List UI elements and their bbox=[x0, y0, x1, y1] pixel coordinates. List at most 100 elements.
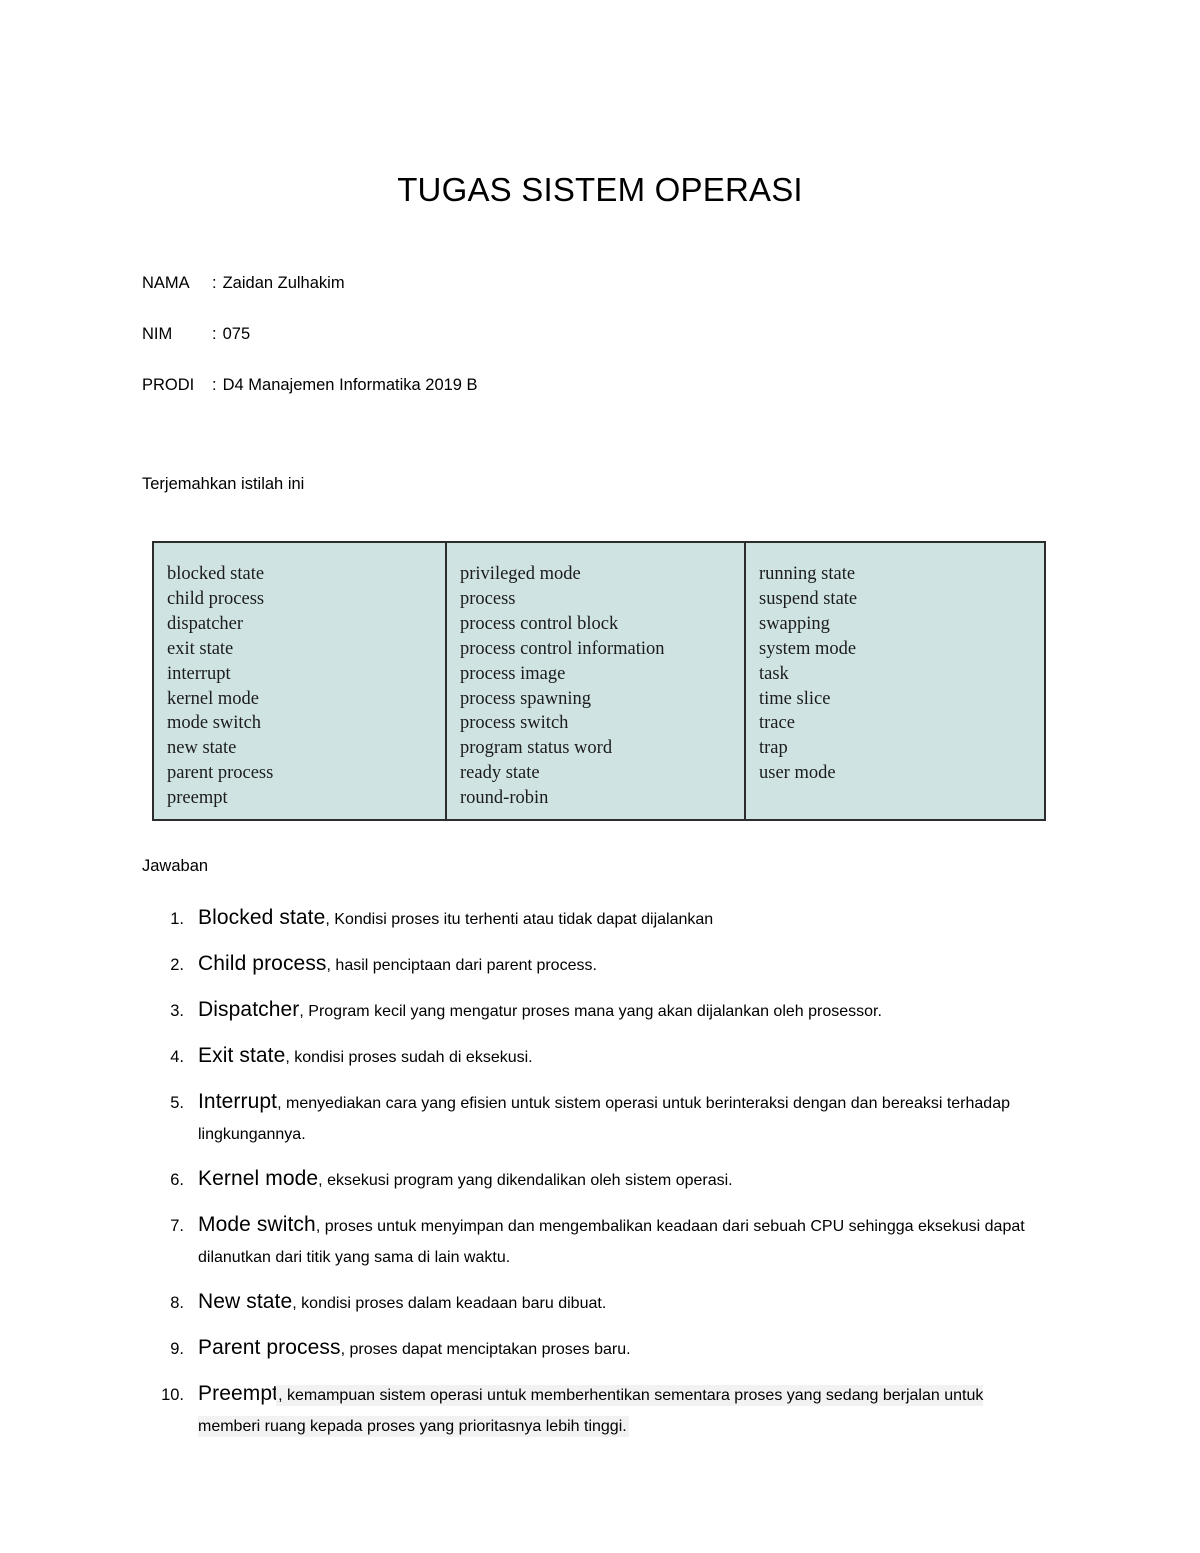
answer-body: Blocked state, Kondisi proses itu terhen… bbox=[198, 902, 1047, 935]
identity-value: D4 Manajemen Informatika 2019 B bbox=[222, 376, 478, 394]
answer-body: Kernel mode, eksekusi program yang diken… bbox=[198, 1163, 1047, 1196]
term-item: user mode bbox=[759, 763, 836, 784]
answers-heading: Jawaban bbox=[142, 857, 209, 875]
answer-description: , proses dapat menciptakan proses baru. bbox=[340, 1341, 631, 1358]
answer-body: Exit state, kondisi proses sudah di ekse… bbox=[198, 1040, 1047, 1073]
term-item: new state bbox=[167, 738, 237, 759]
answer-number: 2. bbox=[170, 956, 184, 974]
identity-value: 075 bbox=[222, 325, 251, 343]
answer-number: 9. bbox=[170, 1340, 184, 1358]
answer-description: , menyediakan cara yang efisien untuk si… bbox=[198, 1095, 1010, 1143]
answer-term: Blocked state bbox=[198, 906, 326, 929]
answer-item: 9. Parent process, proses dapat menciptak… bbox=[142, 1332, 1047, 1365]
answer-item: 3. Dispatcher, Program kecil yang mengatu… bbox=[142, 994, 1047, 1027]
term-item: dispatcher bbox=[167, 613, 244, 634]
identity-label: NIM bbox=[142, 325, 173, 343]
identity-separator: : bbox=[212, 325, 217, 343]
answer-number: 1. bbox=[170, 910, 184, 928]
document-page: TUGAS SISTEM OPERASI NAMA: Zaidan Zulhaki… bbox=[0, 0, 1200, 1553]
answer-term: Kernel mode bbox=[198, 1167, 319, 1190]
page-title: TUGAS SISTEM OPERASI bbox=[397, 171, 803, 209]
answer-item: 5. Interrupt, menyediakan cara yang efisi… bbox=[142, 1086, 1047, 1150]
identity-value: Zaidan Zulhakim bbox=[222, 274, 345, 292]
answer-term: New state bbox=[198, 1290, 293, 1313]
answer-number: 6. bbox=[170, 1171, 184, 1189]
answer-description: , kondisi proses sudah di eksekusi. bbox=[285, 1049, 533, 1066]
answer-term: Interrupt bbox=[198, 1090, 278, 1113]
answer-body: Interrupt, menyediakan cara yang efisien… bbox=[198, 1086, 1047, 1150]
term-item: parent process bbox=[167, 763, 274, 784]
answer-body: Mode switch, proses untuk menyimpan dan … bbox=[198, 1209, 1047, 1273]
identity-label: PRODI bbox=[142, 376, 195, 394]
term-item: exit state bbox=[167, 638, 234, 659]
term-item: trace bbox=[759, 713, 795, 734]
answer-term: Mode switch bbox=[198, 1213, 316, 1236]
term-item: round-robin bbox=[460, 788, 549, 809]
term-item: system mode bbox=[759, 638, 857, 659]
answer-item: 4. Exit state, kondisi proses sudah di ek… bbox=[142, 1040, 1047, 1073]
term-item: privileged mode bbox=[460, 564, 581, 584]
term-item: process control block bbox=[460, 613, 619, 634]
answer-description: , Kondisi proses itu terhenti atau tidak… bbox=[325, 911, 714, 928]
terms-column: privileged mode process process control bl… bbox=[447, 543, 746, 819]
answer-number: 5. bbox=[170, 1094, 184, 1112]
answer-body: New state, kondisi proses dalam keadaan … bbox=[198, 1286, 1047, 1319]
term-item: running state bbox=[759, 564, 856, 584]
term-item: process bbox=[460, 588, 516, 609]
answer-body: Child process, hasil penciptaan dari par… bbox=[198, 948, 1047, 981]
answer-description: , eksekusi program yang dikendalikan ole… bbox=[318, 1172, 733, 1189]
term-item: process image bbox=[460, 663, 566, 684]
answer-term: Dispatcher bbox=[198, 998, 300, 1021]
answer-item: 1. Blocked state, Kondisi proses itu terh… bbox=[142, 902, 1047, 935]
answer-number: 4. bbox=[170, 1048, 184, 1066]
term-item: ready state bbox=[460, 763, 540, 784]
term-item: suspend state bbox=[759, 588, 858, 609]
answer-body: Dispatcher, Program kecil yang mengatur … bbox=[198, 994, 1047, 1027]
term-item: mode switch bbox=[167, 713, 262, 734]
answer-description: , proses untuk menyimpan dan mengembalik… bbox=[198, 1218, 1025, 1266]
term-item: interrupt bbox=[167, 663, 231, 684]
term-item: program status word bbox=[460, 738, 613, 759]
term-item: process spawning bbox=[460, 688, 592, 709]
term-item: trap bbox=[759, 738, 788, 759]
identity-row: NIM:075 bbox=[142, 323, 942, 345]
answer-item: 2. Child process, hasil penciptaan dari p… bbox=[142, 948, 1047, 981]
term-item: process switch bbox=[460, 713, 569, 734]
identity-block: NAMA: Zaidan Zulhakim NIM:075 PRODI: D4 Mana… bbox=[142, 272, 942, 425]
answer-number: 3. bbox=[170, 1002, 184, 1020]
identity-separator: : bbox=[212, 376, 217, 394]
term-item: process control information bbox=[460, 638, 665, 659]
term-item: preempt bbox=[167, 788, 228, 809]
answer-description: , Program kecil yang mengatur proses man… bbox=[299, 1003, 882, 1020]
answer-description: , kondisi proses dalam keadaan baru dibu… bbox=[292, 1295, 607, 1312]
answer-description: , kemampuan sistem operasi untuk memberh… bbox=[198, 1387, 984, 1435]
answer-term: Parent process bbox=[198, 1336, 341, 1359]
answer-term: Exit state bbox=[198, 1044, 286, 1067]
term-item: child process bbox=[167, 588, 265, 609]
terms-table: blocked state child process dispatcher exit… bbox=[152, 541, 1046, 821]
term-item: task bbox=[759, 663, 789, 684]
answer-item: 6. Kernel mode, eksekusi program yang dik… bbox=[142, 1163, 1047, 1196]
answer-number: 8. bbox=[170, 1294, 184, 1312]
term-item: kernel mode bbox=[167, 688, 259, 709]
answer-item: 7. Mode switch, proses untuk menyimpan da… bbox=[142, 1209, 1047, 1273]
answer-number: 7. bbox=[170, 1217, 184, 1235]
answer-term: Preempt bbox=[198, 1382, 279, 1405]
instruction-text: Terjemahkan istilah ini bbox=[142, 475, 305, 493]
identity-label: NAMA bbox=[142, 274, 190, 292]
term-item: swapping bbox=[759, 613, 830, 634]
answer-item: 10. Preempt, kemampuan sistem operasi unt… bbox=[142, 1378, 1047, 1442]
identity-row: PRODI: D4 Manajemen Informatika 2019 B bbox=[142, 374, 942, 396]
answer-number: 10. bbox=[161, 1386, 184, 1404]
identity-separator: : bbox=[212, 274, 217, 292]
identity-row: NAMA: Zaidan Zulhakim bbox=[142, 272, 942, 294]
answer-item: 8. New state, kondisi proses dalam keadaa… bbox=[142, 1286, 1047, 1319]
answer-body: Parent process, proses dapat menciptakan… bbox=[198, 1332, 1047, 1365]
term-item: blocked state bbox=[167, 564, 265, 584]
answer-description: , hasil penciptaan dari parent process. bbox=[326, 957, 597, 974]
terms-column: blocked state child process dispatcher exit… bbox=[154, 543, 447, 819]
answer-list: 1. Blocked state, Kondisi proses itu terh… bbox=[142, 902, 1047, 1455]
terms-column: running state suspend state swapping system… bbox=[746, 543, 1044, 819]
term-item: time slice bbox=[759, 688, 831, 709]
answer-term: Child process bbox=[198, 952, 327, 975]
